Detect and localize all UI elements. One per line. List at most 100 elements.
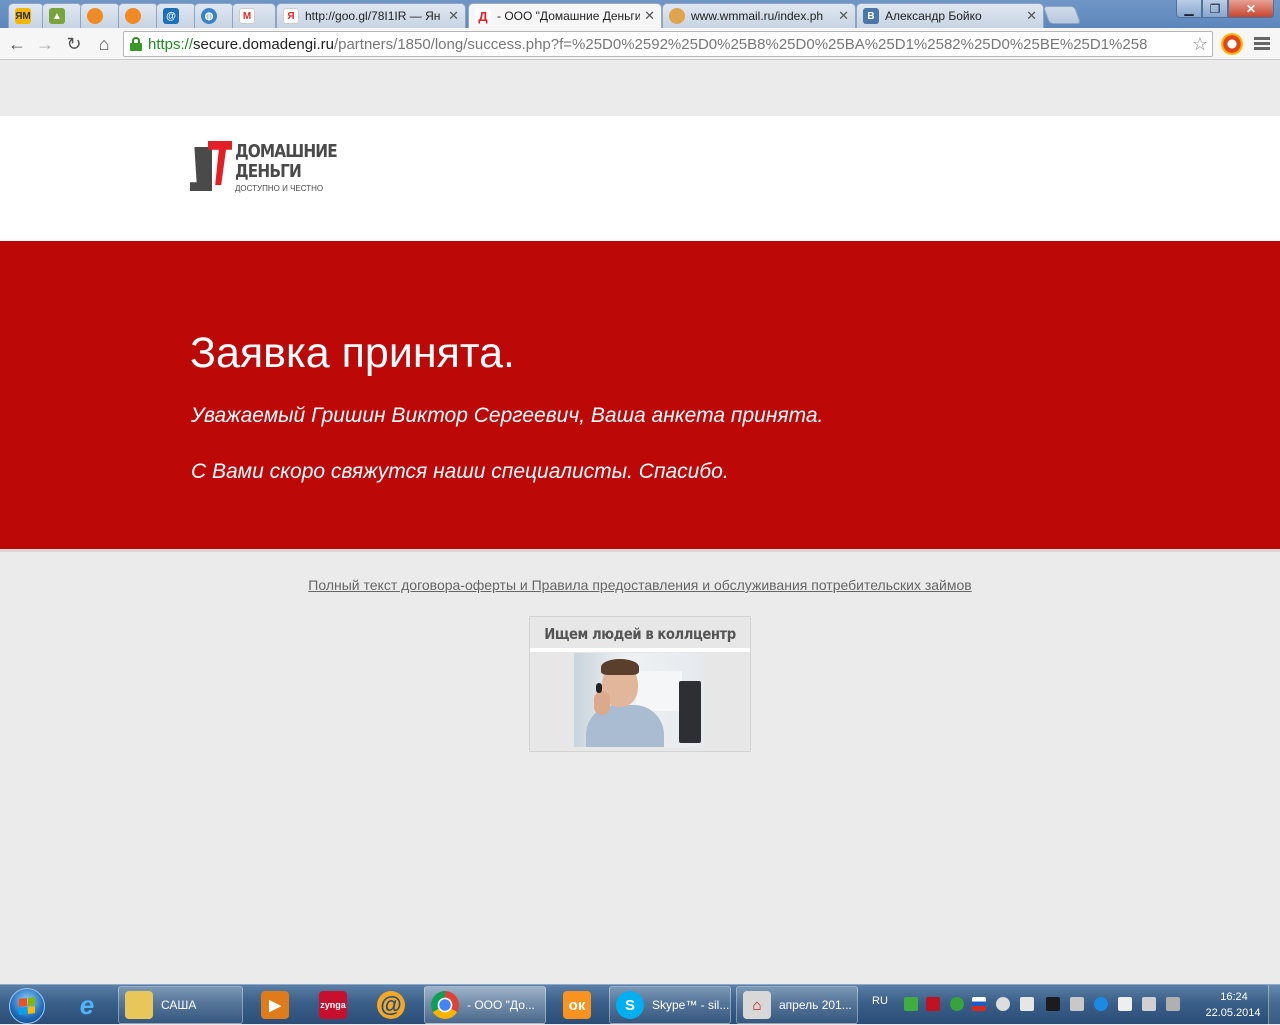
- site-logo[interactable]: ДОМАШНИЕ ДЕНЬГИ ДОСТУПНО И ЧЕСТНО: [190, 141, 340, 197]
- chrome-icon: [431, 991, 459, 1019]
- odnoklassniki-icon: ок: [563, 991, 591, 1019]
- url-host: secure.domadengi.ru: [193, 35, 334, 53]
- globe-icon: ◍: [201, 8, 217, 24]
- tab-label: http://goo.gl/78I1IR — Ян: [305, 9, 441, 23]
- close-tab-icon[interactable]: ✕: [448, 8, 459, 24]
- show-desktop-button[interactable]: [1268, 985, 1280, 1025]
- forward-arrow-icon[interactable]: →: [33, 32, 57, 56]
- tab-4[interactable]: [118, 3, 158, 28]
- action-center-flag-icon[interactable]: [1118, 997, 1132, 1011]
- windows-logo-icon: [9, 988, 45, 1024]
- taskbar-skype[interactable]: S Skype™ - sil...: [609, 986, 731, 1024]
- gmail-icon: M: [239, 8, 255, 24]
- antivirus-icon[interactable]: [904, 997, 918, 1011]
- bookmark-star-icon[interactable]: ☆: [1187, 34, 1208, 55]
- logo-line2: ДЕНЬГИ: [235, 161, 302, 182]
- home-icon[interactable]: ⌂: [92, 32, 116, 56]
- utorrent-icon[interactable]: [950, 997, 964, 1011]
- offer-terms-link[interactable]: Полный текст договора-оферты и Правила п…: [0, 577, 1280, 593]
- windows-taskbar: e САША ▶ zynga @ - ООО "До... ок S Skype…: [0, 984, 1280, 1025]
- new-tab-button[interactable]: [1042, 6, 1082, 24]
- start-button[interactable]: [2, 986, 52, 1024]
- clock-time[interactable]: 16:24: [1204, 991, 1264, 1003]
- divider: [530, 648, 750, 652]
- zynga-icon: zynga: [319, 991, 347, 1019]
- ie-icon: e: [79, 989, 95, 1020]
- reload-icon[interactable]: ↻: [62, 32, 86, 56]
- web-page: ДОМАШНИЕ ДЕНЬГИ ДОСТУПНО И ЧЕСТНО Заявка…: [0, 61, 1280, 983]
- wmmail-icon: [669, 8, 685, 24]
- tab-gmail[interactable]: M: [232, 3, 276, 28]
- taskbar-chrome[interactable]: - ООО "До...: [424, 986, 546, 1024]
- taskbar-media-player[interactable]: ▶: [250, 986, 300, 1024]
- browser-toolbar: ← → ↻ ⌂ https://secure.domadengi.ru/part…: [0, 28, 1280, 60]
- taskbar-game[interactable]: ⌂ апрель 201...: [736, 986, 858, 1024]
- adobe-icon[interactable]: [926, 997, 940, 1011]
- tab-yandex-goo-gl[interactable]: Я http://goo.gl/78I1IR — Ян ✕: [276, 3, 466, 28]
- taskbar-zynga[interactable]: zynga: [308, 986, 358, 1024]
- tab-wmmail[interactable]: www.wmmail.ru/index.ph ✕: [662, 3, 856, 28]
- language-indicator[interactable]: RU: [872, 995, 888, 1007]
- system-tray: RU 16:24 22.05.2014: [864, 985, 1280, 1025]
- network-icon[interactable]: [1142, 997, 1156, 1011]
- tab-label: - ООО "Домашние Деньги: [497, 9, 641, 23]
- firefox-like-icon: [125, 8, 141, 24]
- domadengi-icon: Д: [475, 8, 491, 24]
- divider: [0, 549, 1280, 552]
- taskbar-label: - ООО "До...: [467, 998, 535, 1012]
- taskbar-folder-sasha[interactable]: САША: [118, 986, 243, 1024]
- folder-icon: [125, 991, 153, 1019]
- page-title: Заявка принята.: [190, 329, 515, 377]
- ad-photo: [574, 653, 704, 747]
- clock-date[interactable]: 22.05.2014: [1198, 1007, 1268, 1019]
- logo-line1: ДОМАШНИЕ: [235, 141, 338, 162]
- mail-ru-at-icon: @: [163, 8, 179, 24]
- tab-globe[interactable]: ◍: [194, 3, 234, 28]
- close-window-button[interactable]: ✕: [1228, 0, 1274, 18]
- russian-flag-icon[interactable]: [972, 997, 986, 1011]
- close-tab-icon[interactable]: ✕: [838, 8, 849, 24]
- speaker-icon[interactable]: [1166, 997, 1180, 1011]
- game-icon: ⌂: [743, 991, 771, 1019]
- taskbar-ie[interactable]: e: [62, 986, 112, 1024]
- teamviewer-icon[interactable]: [1094, 997, 1108, 1011]
- tab-vk[interactable]: B Александр Бойко ✕: [856, 3, 1044, 28]
- media-player-icon: ▶: [261, 991, 289, 1019]
- url-path: /partners/1850/long/success.php?f=%25D0%…: [333, 35, 1148, 53]
- taskbar-label: апрель 201...: [779, 998, 852, 1012]
- taskbar-mail-agent[interactable]: @: [366, 986, 416, 1024]
- extension-icon[interactable]: [1221, 33, 1243, 55]
- tab-3[interactable]: [80, 3, 120, 28]
- tab-mail-ru[interactable]: @: [156, 3, 196, 28]
- close-tab-icon[interactable]: ✕: [644, 8, 655, 24]
- volume-icon[interactable]: [1070, 997, 1084, 1011]
- callcenter-ad[interactable]: Ищем людей в коллцентр: [529, 616, 751, 752]
- vk-icon: B: [863, 8, 879, 24]
- tab-yandex-market[interactable]: ЯМ: [8, 3, 44, 28]
- logo-tagline: ДОСТУПНО И ЧЕСТНО: [235, 184, 324, 193]
- image-icon: ▲: [49, 8, 65, 24]
- address-bar[interactable]: https://secure.domadengi.ru/partners/185…: [123, 31, 1213, 57]
- skype-icon: S: [616, 991, 644, 1019]
- tab-domadengi[interactable]: Д - ООО "Домашние Деньги ✕: [468, 3, 662, 28]
- minimize-button[interactable]: ▁: [1176, 0, 1202, 18]
- back-arrow-icon[interactable]: ←: [5, 32, 29, 56]
- monitor-icon[interactable]: [1046, 997, 1060, 1011]
- yandex-market-icon: ЯМ: [15, 8, 31, 24]
- tab-image[interactable]: ▲: [42, 3, 82, 28]
- firefox-like-icon: [87, 8, 103, 24]
- banner-message: Уважаемый Гришин Виктор Сергеевич, Ваша …: [191, 404, 824, 427]
- lock-icon: [130, 37, 142, 51]
- logo-mark-left: [190, 147, 212, 191]
- tab-label: www.wmmail.ru/index.ph: [691, 9, 824, 23]
- banner-message: С Вами скоро свяжутся наши специалисты. …: [191, 460, 729, 483]
- menu-icon[interactable]: [1254, 37, 1270, 51]
- clock-utility-icon[interactable]: [996, 997, 1010, 1011]
- taskbar-odnoklassniki[interactable]: ок: [552, 986, 602, 1024]
- mail-agent-icon: @: [377, 991, 405, 1019]
- browser-tab-strip: ЯМ ▲ @ ◍ M Я http://goo.gl/78I1IR — Ян ✕…: [0, 0, 1280, 28]
- maximize-button[interactable]: ❐: [1202, 0, 1228, 18]
- url-scheme: https://: [148, 35, 194, 53]
- pen-icon[interactable]: [1020, 997, 1034, 1011]
- close-tab-icon[interactable]: ✕: [1026, 8, 1037, 24]
